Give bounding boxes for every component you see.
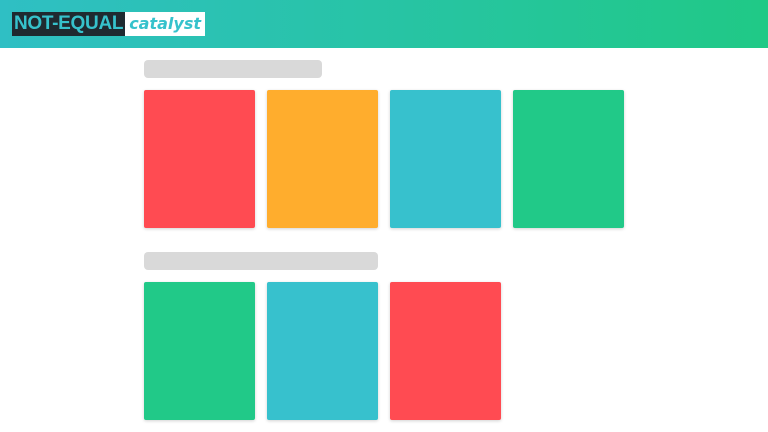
section-1-heading-placeholder (144, 60, 322, 78)
top-header: NOT-EQUAL catalyst (0, 0, 768, 48)
section-1-tile-4[interactable] (513, 90, 624, 228)
logo-wordmark-primary: NOT-EQUAL (12, 12, 126, 36)
section-1-tile-3[interactable] (390, 90, 501, 228)
section-2-tile-1[interactable] (144, 282, 255, 420)
section-2-heading-placeholder (144, 252, 378, 270)
brand-logo[interactable]: NOT-EQUAL catalyst (12, 12, 205, 36)
section-2-tile-3[interactable] (390, 282, 501, 420)
section-1-tile-2[interactable] (267, 90, 378, 228)
logo-wordmark-secondary: catalyst (125, 12, 205, 36)
section-2-tile-2[interactable] (267, 282, 378, 420)
section-1-tile-1[interactable] (144, 90, 255, 228)
